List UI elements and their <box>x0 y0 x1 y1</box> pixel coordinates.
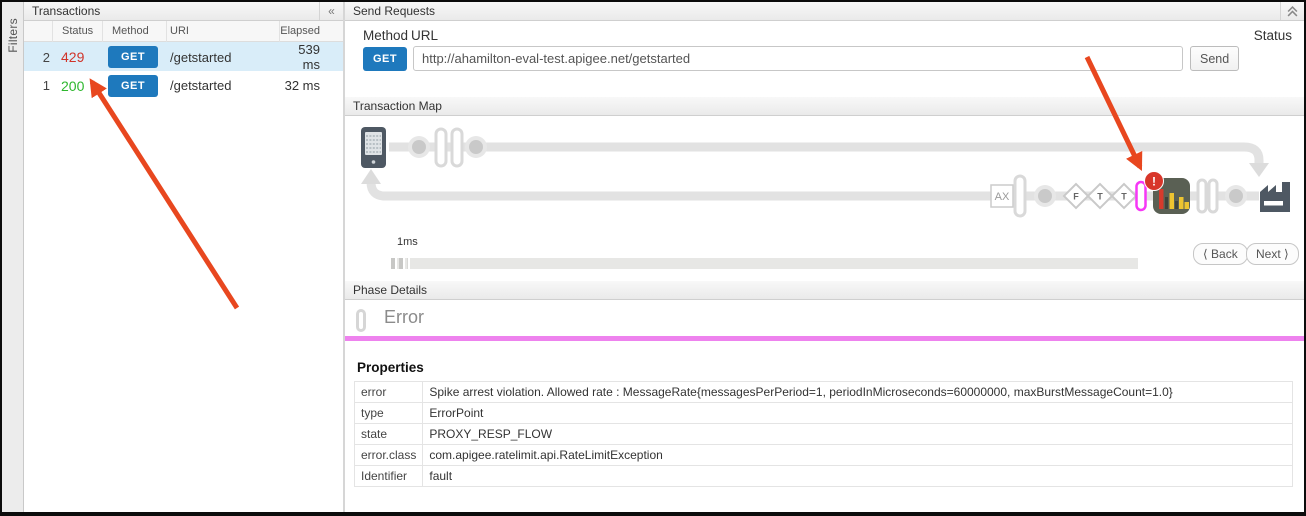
transaction-row[interactable]: 2 429 GET /getstarted 539 ms <box>24 42 343 71</box>
collapse-left-icon[interactable]: « <box>319 2 343 20</box>
property-key: state <box>355 424 423 445</box>
property-value: ErrorPoint <box>423 403 1293 424</box>
property-key: error.class <box>355 445 423 466</box>
apigee-trace-screen: Filters Transactions « Status Method URI… <box>0 0 1306 516</box>
column-uri: URI <box>167 21 280 42</box>
column-blank <box>24 21 53 42</box>
client-phone-icon[interactable] <box>361 127 386 168</box>
timeline-segment[interactable] <box>399 258 405 269</box>
properties-table: error Spike arrest violation. Allowed ra… <box>354 381 1293 487</box>
transactions-panel: Transactions « Status Method URI Elapsed… <box>24 2 345 512</box>
send-requests-header: Send Requests <box>345 2 1304 21</box>
method-badge: GET <box>108 75 158 97</box>
uri-cell: /getstarted <box>167 50 280 65</box>
column-elapsed: Elapsed <box>280 21 343 42</box>
transaction-map-title: Transaction Map <box>353 97 1296 115</box>
method-select-button[interactable]: GET <box>363 47 407 71</box>
timeline-segment[interactable] <box>407 258 410 269</box>
property-key: error <box>355 382 423 403</box>
request-arrowhead-icon <box>1249 163 1269 177</box>
map-step-dot[interactable] <box>1225 185 1247 207</box>
property-value: fault <box>423 466 1293 487</box>
status-code: 200 <box>53 78 103 94</box>
url-label: URL <box>411 28 438 43</box>
request-track <box>389 147 1259 163</box>
analytics-ax-step[interactable]: AX <box>991 185 1013 207</box>
map-step-capsule[interactable] <box>1198 180 1206 212</box>
property-row: state PROXY_RESP_FLOW <box>355 424 1293 445</box>
trace-detail-panel: Send Requests Method URL Status GET Send… <box>345 2 1304 512</box>
phase-details-body: Error Properties error Spike arrest viol… <box>345 300 1304 512</box>
property-key: type <box>355 403 423 424</box>
condition-diamond-true[interactable]: T <box>1112 184 1136 208</box>
column-status: Status <box>53 21 103 42</box>
properties-title: Properties <box>357 360 424 375</box>
selected-phase-marker[interactable] <box>1137 182 1146 210</box>
method-cell: GET <box>103 75 167 97</box>
elapsed-cell: 539 ms <box>280 42 343 72</box>
send-requests-form: Method URL Status GET Send <box>345 21 1304 97</box>
svg-text:!: ! <box>1152 175 1156 189</box>
map-step-dot[interactable] <box>1034 185 1056 207</box>
property-row: Identifier fault <box>355 466 1293 487</box>
uri-cell: /getstarted <box>167 78 280 93</box>
property-value: PROXY_RESP_FLOW <box>423 424 1293 445</box>
method-badge: GET <box>108 46 158 68</box>
method-label: Method <box>363 28 408 43</box>
next-button[interactable]: Next ⟩ <box>1246 243 1299 265</box>
back-button[interactable]: ⟨ Back <box>1193 243 1248 265</box>
phase-pill-icon <box>356 309 366 332</box>
transactions-title: Transactions <box>32 2 319 20</box>
timeline-duration-label: 1ms <box>397 236 418 248</box>
map-step-capsule[interactable] <box>1209 180 1217 212</box>
property-value: Spike arrest violation. Allowed rate : M… <box>423 382 1293 403</box>
transaction-number: 2 <box>24 50 53 65</box>
map-step-dot[interactable] <box>408 136 430 158</box>
status-code: 429 <box>53 49 103 65</box>
map-step-capsule[interactable] <box>452 129 462 166</box>
timeline-scrubber[interactable] <box>391 258 1138 269</box>
filters-tab-label: Filters <box>6 18 20 53</box>
send-button[interactable]: Send <box>1190 46 1239 71</box>
url-input[interactable] <box>413 46 1183 71</box>
map-step-capsule[interactable] <box>1015 176 1025 216</box>
condition-diamond-true[interactable]: T <box>1088 184 1112 208</box>
property-value: com.apigee.ratelimit.api.RateLimitExcept… <box>423 445 1293 466</box>
svg-text:T: T <box>1097 192 1103 202</box>
timeline-segment[interactable] <box>391 258 397 269</box>
selected-phase-underline <box>345 336 1304 341</box>
phase-name: Error <box>384 307 424 328</box>
transactions-header: Transactions « <box>24 2 343 21</box>
filters-tab[interactable]: Filters <box>2 2 24 512</box>
column-method: Method <box>103 21 167 42</box>
transaction-map-header: Transaction Map <box>345 97 1304 116</box>
status-label: Status <box>1254 28 1292 43</box>
response-arrowhead-icon <box>361 169 381 184</box>
property-row: error.class com.apigee.ratelimit.api.Rat… <box>355 445 1293 466</box>
svg-text:F: F <box>1073 192 1079 202</box>
transaction-map-body: AX F T T <box>345 116 1304 281</box>
phase-details-header: Phase Details <box>345 281 1304 300</box>
phase-details-title: Phase Details <box>353 281 1296 299</box>
svg-text:T: T <box>1121 192 1127 202</box>
transaction-row[interactable]: 1 200 GET /getstarted 32 ms <box>24 71 343 100</box>
method-cell: GET <box>103 46 167 68</box>
backend-factory-icon[interactable] <box>1260 182 1290 212</box>
map-step-dot[interactable] <box>465 136 487 158</box>
transaction-number: 1 <box>24 78 53 93</box>
property-row: type ErrorPoint <box>355 403 1293 424</box>
svg-text:AX: AX <box>995 191 1010 203</box>
property-row: error Spike arrest violation. Allowed ra… <box>355 382 1293 403</box>
elapsed-cell: 32 ms <box>280 78 343 93</box>
transaction-map-diagram: AX F T T <box>345 116 1302 234</box>
transactions-table-header: Status Method URI Elapsed <box>24 21 343 42</box>
map-step-capsule[interactable] <box>436 129 446 166</box>
property-key: Identifier <box>355 466 423 487</box>
error-badge-icon: ! <box>1145 172 1164 191</box>
collapse-up-icon[interactable] <box>1280 2 1304 20</box>
condition-diamond-false[interactable]: F <box>1064 184 1088 208</box>
send-requests-title: Send Requests <box>353 2 1280 20</box>
